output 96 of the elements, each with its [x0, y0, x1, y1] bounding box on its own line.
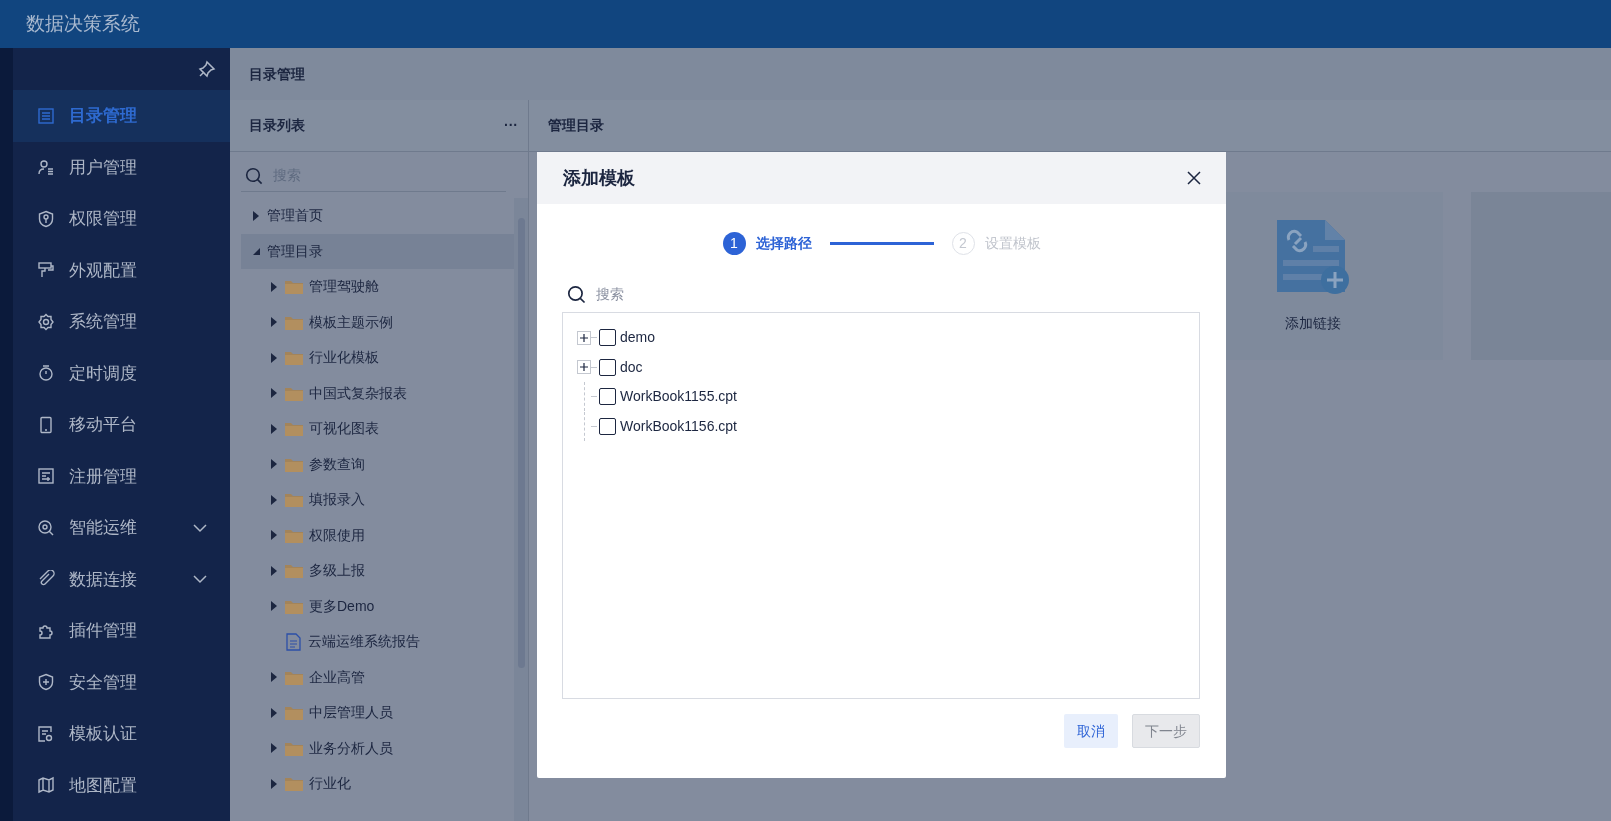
search-icon — [567, 284, 586, 304]
caret-right-icon — [270, 672, 278, 683]
caret-right-icon — [270, 494, 278, 505]
caret-right-icon — [270, 601, 278, 612]
sidebar-item[interactable]: 模板认证 — [13, 708, 230, 760]
document-icon — [285, 632, 302, 651]
tree-item[interactable]: 多级上报 — [241, 553, 514, 589]
caret-right-icon — [270, 459, 278, 470]
tree-item[interactable]: 行业化模板 — [241, 340, 514, 376]
step-label: 设置模板 — [984, 233, 1041, 253]
sidebar-item[interactable]: 用户管理 — [13, 141, 230, 193]
tree-item[interactable]: 更多Demo — [241, 588, 514, 624]
caret-down-icon — [251, 246, 261, 256]
caret-right-icon — [270, 565, 278, 576]
caret-right-icon — [270, 778, 278, 789]
checkbox[interactable] — [599, 329, 616, 347]
folder-icon — [285, 456, 303, 472]
tree-item[interactable]: 可视化图表 — [241, 411, 514, 447]
folder-icon — [285, 740, 303, 756]
checkbox[interactable] — [599, 358, 616, 376]
cancel-button[interactable]: 取消 — [1064, 714, 1118, 748]
sidebar-item[interactable]: 插件管理 — [13, 605, 230, 657]
panel-title: 目录列表 — [249, 116, 305, 135]
caret-right-icon — [270, 743, 278, 754]
tree-item[interactable]: 填报录入 — [241, 482, 514, 518]
gear-icon — [37, 312, 56, 331]
close-icon — [1186, 170, 1202, 186]
step-number: 2 — [951, 231, 975, 255]
folder-icon — [285, 563, 303, 579]
folder-icon — [285, 669, 303, 685]
tree-item-label[interactable]: WorkBook1156.cpt — [620, 415, 737, 437]
pin-icon[interactable] — [198, 60, 216, 78]
expand-icon[interactable] — [577, 360, 591, 375]
map-icon — [37, 776, 56, 795]
breadcrumb-title: 目录管理 — [249, 64, 305, 84]
tree-item[interactable]: 管理目录 — [241, 233, 514, 269]
tree-item[interactable]: 行业化 — [241, 766, 514, 802]
caret-right-icon — [270, 388, 278, 399]
caret-right-icon — [270, 530, 278, 541]
folder-icon — [285, 776, 303, 792]
sidebar-item[interactable]: 智能运维 — [13, 502, 230, 554]
more-menu[interactable]: ··· — [504, 115, 518, 136]
caret-right-icon — [270, 352, 278, 363]
sidebar-item[interactable]: 系统管理 — [13, 296, 230, 348]
tree-item[interactable]: 参数查询 — [241, 446, 514, 482]
checkbox[interactable] — [599, 388, 616, 406]
dialog-title: 添加模板 — [563, 166, 635, 190]
sidebar-item[interactable]: 目录管理 — [13, 90, 230, 142]
folder-icon — [285, 385, 303, 401]
folder-icon — [285, 492, 303, 508]
user-icon — [37, 158, 56, 177]
tree-item[interactable]: 中国式复杂报表 — [241, 375, 514, 411]
folder-icon — [285, 279, 303, 295]
document-link-plus-icon — [1275, 218, 1351, 295]
sidebar-item[interactable]: 外观配置 — [13, 244, 230, 296]
tree-item[interactable]: 管理首页 — [241, 198, 514, 234]
step-number: 1 — [722, 231, 746, 255]
tree-item[interactable]: 企业高管 — [241, 659, 514, 695]
tree-item[interactable]: 中层管理人员 — [241, 695, 514, 731]
checkbox[interactable] — [599, 417, 616, 435]
sidebar-item[interactable]: 数据连接 — [13, 553, 230, 605]
folder-icon — [285, 527, 303, 543]
tree-item[interactable]: 模板主题示例 — [241, 304, 514, 340]
step-label: 选择路径 — [755, 233, 812, 253]
app-title: 数据决策系统 — [0, 0, 1611, 48]
stopwatch-icon — [37, 364, 56, 383]
panel-title: 管理目录 — [548, 116, 604, 135]
search-icon — [245, 166, 263, 185]
sidebar-item[interactable]: 移动平台 — [13, 399, 230, 451]
tree-item-label[interactable]: demo — [620, 327, 656, 349]
folder-icon — [285, 350, 303, 366]
caret-right-icon — [270, 707, 278, 718]
tree-item[interactable]: 云端运维系统报告 — [241, 624, 514, 660]
folder-icon — [285, 705, 303, 721]
tree-item[interactable]: 业务分析人员 — [241, 730, 514, 766]
tree-item-label[interactable]: WorkBook1155.cpt — [620, 386, 737, 408]
sidebar-item[interactable]: 权限管理 — [13, 193, 230, 245]
shield-key-icon — [37, 209, 56, 228]
expand-icon[interactable] — [577, 330, 591, 345]
sidebar-item[interactable]: 定时调度 — [13, 347, 230, 399]
caret-right-icon — [252, 210, 260, 221]
sidebar-item[interactable]: 安全管理 — [13, 656, 230, 708]
paint-roller-icon — [37, 261, 56, 280]
tree-item[interactable]: 管理驾驶舱 — [241, 269, 514, 305]
folder-icon — [285, 314, 303, 330]
tree-item-label[interactable]: doc — [620, 356, 643, 378]
tree-item[interactable]: 权限使用 — [241, 517, 514, 553]
caret-right-icon — [270, 423, 278, 434]
sidebar-item[interactable]: 注册管理 — [13, 450, 230, 502]
list-icon — [37, 106, 56, 125]
shield-plus-icon — [37, 673, 56, 692]
sidebar-item[interactable]: 地图配置 — [13, 759, 230, 811]
caret-right-icon — [270, 317, 278, 328]
folder-icon — [285, 421, 303, 437]
folder-icon — [285, 598, 303, 614]
caret-right-icon — [270, 281, 278, 292]
